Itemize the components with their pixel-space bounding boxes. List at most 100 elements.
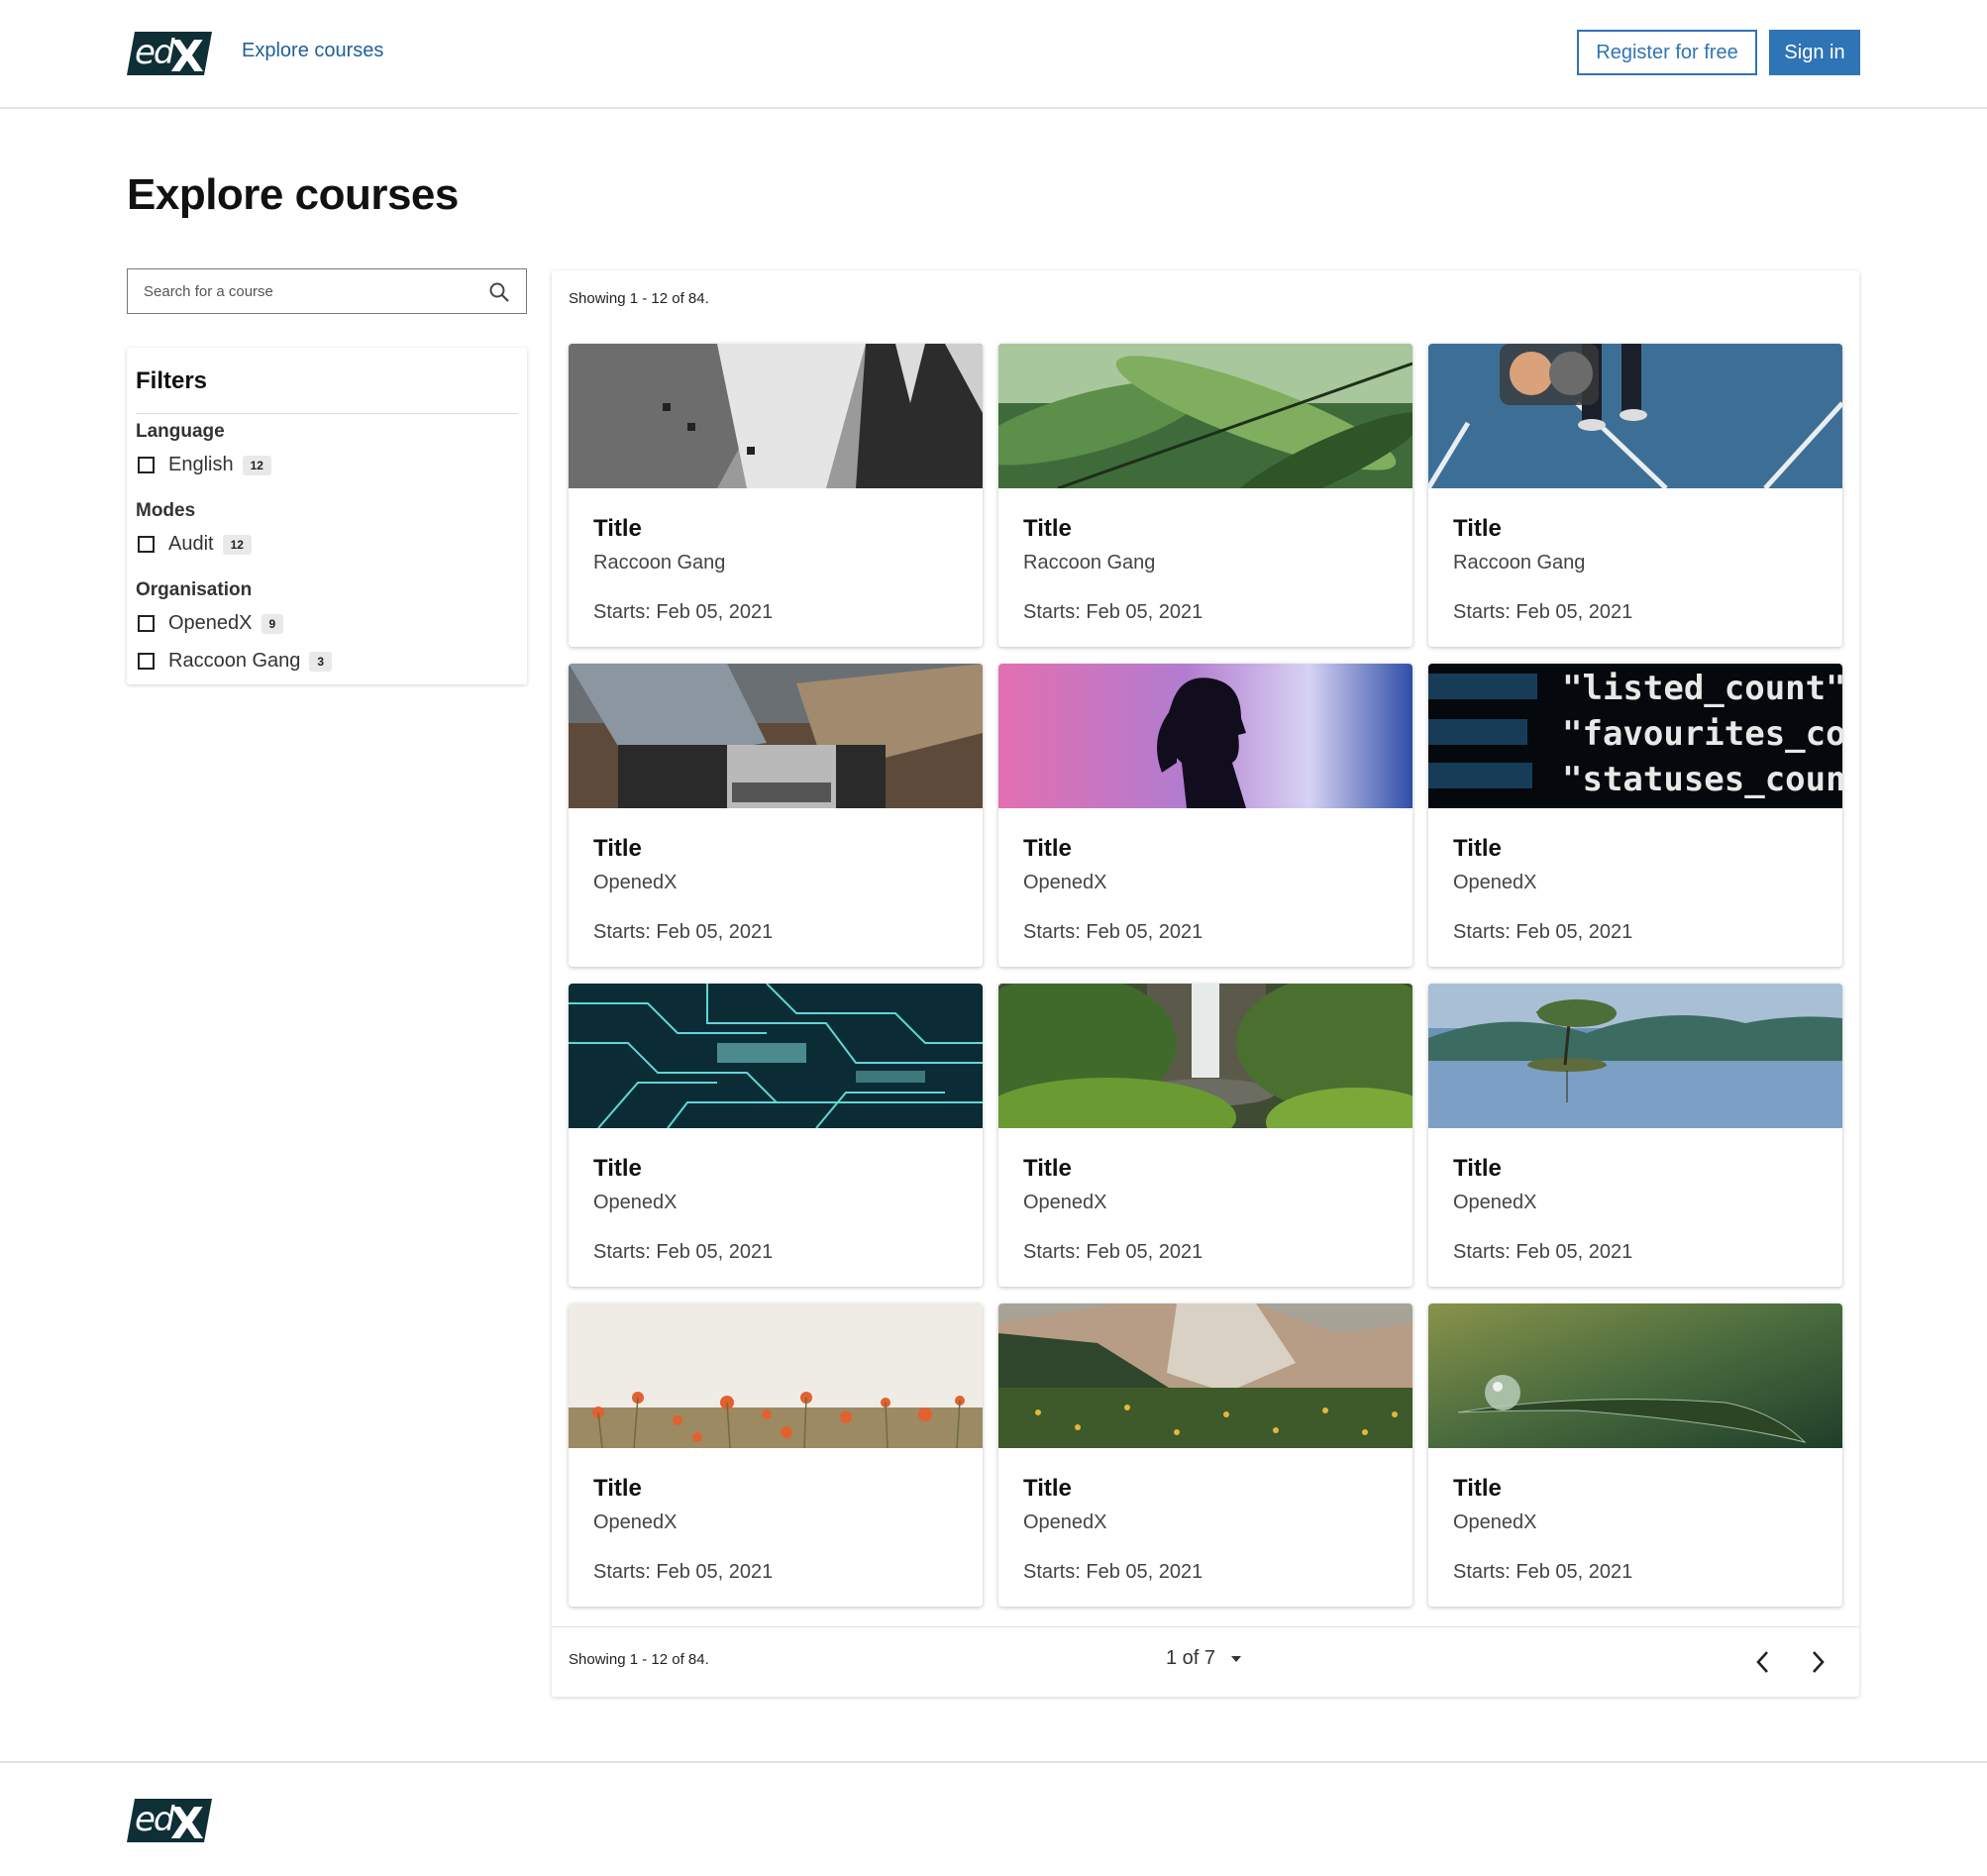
course-image-silhouette [998, 664, 1412, 808]
course-title: Title [1453, 515, 1502, 542]
sign-in-button[interactable]: Sign in [1769, 30, 1860, 75]
course-image-mountain-meadow [998, 1303, 1412, 1448]
course-start-date: Starts: Feb 05, 2021 [1453, 921, 1633, 943]
filter-option-label: English [168, 454, 234, 475]
checkbox[interactable] [138, 457, 155, 473]
course-image-circuit [569, 984, 983, 1128]
course-org: OpenedX [1023, 1192, 1107, 1213]
filter-group-modes: Modes [136, 500, 196, 521]
filter-option-english[interactable]: English 12 [138, 454, 271, 476]
svg-text:X: X [170, 1799, 204, 1844]
course-card[interactable]: Title OpenedX Starts: Feb 05, 2021 [998, 1303, 1412, 1607]
filter-option-audit[interactable]: Audit 12 [138, 533, 252, 556]
course-card[interactable]: Title OpenedX Starts: Feb 05, 2021 [569, 984, 983, 1287]
checkbox[interactable] [138, 615, 155, 632]
course-image-code: "listed_count": "favourites_count" "stat… [1428, 664, 1842, 808]
count-badge: 3 [309, 651, 333, 672]
edx-logo[interactable]: ed X [127, 28, 212, 77]
course-title: Title [1023, 1475, 1072, 1502]
filter-group-language: Language [136, 421, 225, 442]
course-image-fern [998, 344, 1412, 488]
course-org: OpenedX [1453, 1511, 1537, 1533]
count-badge: 9 [261, 613, 284, 634]
page-title: Explore courses [127, 170, 459, 219]
svg-text:ed: ed [135, 1800, 175, 1839]
filters-panel: Filters Language English 12 Modes Audit … [127, 348, 527, 684]
filter-option-label: Audit [168, 533, 214, 555]
filter-option-raccoon-gang[interactable]: Raccoon Gang 3 [138, 650, 333, 673]
course-card[interactable]: Title Raccoon Gang Starts: Feb 05, 2021 [998, 344, 1412, 647]
course-title: Title [1023, 1155, 1072, 1182]
chevron-left-icon[interactable] [1753, 1649, 1773, 1680]
chevron-down-icon [1231, 1655, 1242, 1662]
course-start-date: Starts: Feb 05, 2021 [593, 921, 774, 943]
course-org: Raccoon Gang [1023, 552, 1156, 573]
course-title: Title [1453, 1155, 1502, 1182]
results-panel: Showing 1 - 12 of 84. Title Raccoon Gang… [552, 270, 1859, 1697]
filter-option-openedx[interactable]: OpenedX 9 [138, 612, 284, 635]
course-title: Title [593, 835, 642, 862]
results-count-bottom: Showing 1 - 12 of 84. [569, 1651, 709, 1668]
course-image-architecture [569, 344, 983, 488]
svg-text:ed: ed [135, 33, 175, 72]
course-start-date: Starts: Feb 05, 2021 [593, 601, 774, 623]
course-start-date: Starts: Feb 05, 2021 [1023, 1241, 1203, 1263]
course-org: Raccoon Gang [593, 552, 726, 573]
course-card[interactable]: Title OpenedX Starts: Feb 05, 2021 [1428, 984, 1842, 1287]
count-badge: 12 [222, 534, 252, 555]
course-title: Title [593, 1155, 642, 1182]
course-image-waterfall [998, 984, 1412, 1128]
code-line: "favourites_count" [1562, 714, 1842, 754]
course-org: OpenedX [593, 872, 678, 893]
page-select[interactable]: 1 of 7 [1166, 1647, 1242, 1670]
search-icon[interactable] [488, 281, 510, 308]
course-card[interactable]: Title OpenedX Starts: Feb 05, 2021 [569, 1303, 983, 1607]
course-start-date: Starts: Feb 05, 2021 [593, 1561, 774, 1583]
filter-option-label: Raccoon Gang [168, 650, 301, 672]
course-org: OpenedX [593, 1192, 678, 1213]
code-line: "statuses_count" [1562, 760, 1842, 799]
course-card[interactable]: Title OpenedX Starts: Feb 05, 2021 [1428, 1303, 1842, 1607]
course-image-water-droplet [1428, 1303, 1842, 1448]
course-card[interactable]: Title Raccoon Gang Starts: Feb 05, 2021 [569, 344, 983, 647]
course-start-date: Starts: Feb 05, 2021 [1453, 1241, 1633, 1263]
count-badge: 12 [242, 455, 271, 475]
course-title: Title [593, 515, 642, 542]
course-title: Title [1023, 515, 1072, 542]
filters-divider [136, 413, 518, 414]
course-card[interactable]: Title Raccoon Gang Starts: Feb 05, 2021 [1428, 344, 1842, 647]
course-start-date: Starts: Feb 05, 2021 [1023, 601, 1203, 623]
filter-group-organisation: Organisation [136, 579, 253, 600]
course-title: Title [1453, 1475, 1502, 1502]
code-line: "listed_count": [1562, 669, 1842, 708]
chevron-right-icon[interactable] [1808, 1649, 1828, 1680]
search-input[interactable] [128, 281, 482, 301]
site-header: ed X Explore courses Register for free S… [0, 0, 1987, 109]
svg-text:X: X [170, 32, 204, 77]
course-card[interactable]: Title OpenedX Starts: Feb 05, 2021 [998, 984, 1412, 1287]
course-start-date: Starts: Feb 05, 2021 [1453, 601, 1633, 623]
explore-courses-link[interactable]: Explore courses [242, 40, 383, 62]
course-card[interactable]: "listed_count": "favourites_count" "stat… [1428, 664, 1842, 967]
course-title: Title [593, 1475, 642, 1502]
course-start-date: Starts: Feb 05, 2021 [1023, 1561, 1203, 1583]
course-start-date: Starts: Feb 05, 2021 [1023, 921, 1203, 943]
course-image-lake [1428, 984, 1842, 1128]
checkbox[interactable] [138, 653, 155, 670]
course-image-laptop [569, 664, 983, 808]
course-title: Title [1023, 835, 1072, 862]
register-button[interactable]: Register for free [1577, 30, 1757, 75]
course-org: OpenedX [593, 1511, 678, 1533]
filter-option-label: OpenedX [168, 612, 253, 634]
course-start-date: Starts: Feb 05, 2021 [593, 1241, 774, 1263]
course-title: Title [1453, 835, 1502, 862]
results-count-top: Showing 1 - 12 of 84. [569, 290, 709, 307]
course-search [127, 268, 527, 314]
filters-title: Filters [136, 367, 208, 394]
course-card[interactable]: Title OpenedX Starts: Feb 05, 2021 [998, 664, 1412, 967]
course-card[interactable]: Title OpenedX Starts: Feb 05, 2021 [569, 664, 983, 967]
checkbox[interactable] [138, 536, 155, 553]
course-start-date: Starts: Feb 05, 2021 [1453, 1561, 1633, 1583]
course-org: Raccoon Gang [1453, 552, 1586, 573]
edx-logo[interactable]: ed X [127, 1795, 212, 1844]
